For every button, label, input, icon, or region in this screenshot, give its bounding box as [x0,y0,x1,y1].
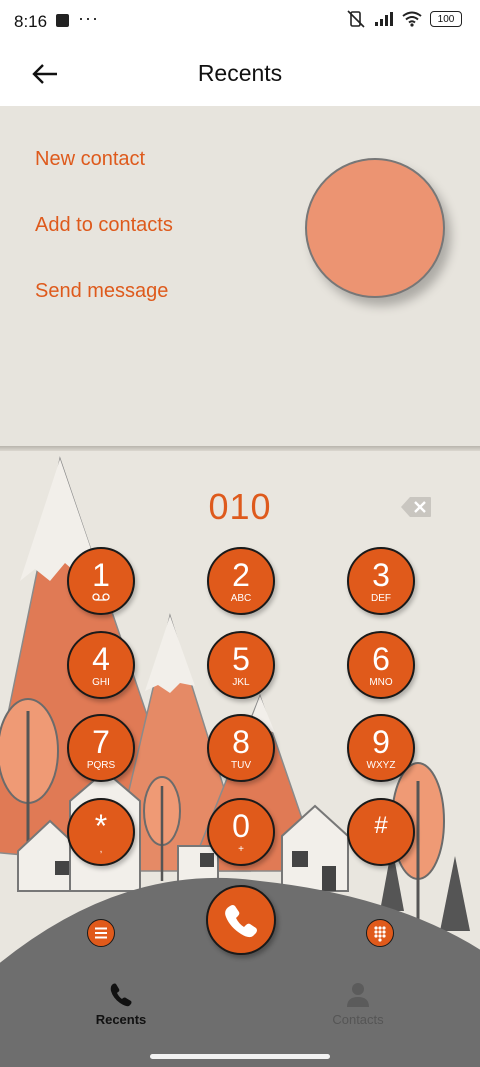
menu-button[interactable] [87,919,115,947]
tab-recents[interactable]: Recents [61,980,181,1027]
status-bar: 8:16 ··· 100 [0,0,480,44]
wifi-icon [402,11,422,27]
key-digit: 8 [232,724,250,760]
key-letters: MNO [369,677,393,688]
key-digit: * [94,808,108,844]
voicemail-icon [92,593,110,601]
key-digit: 1 [92,557,110,593]
dial-key-6[interactable]: 6 MNO [347,631,415,699]
key-digit: 5 [232,641,250,677]
status-icons: 100 [346,10,462,28]
tab-recents-label: Recents [95,1012,147,1027]
home-indicator[interactable] [150,1054,330,1059]
phone-icon [225,905,257,938]
battery-icon: 100 [430,11,462,27]
key-digit: 4 [92,641,110,677]
person-icon [347,983,369,1007]
dial-key-2[interactable]: 2 ABC [207,547,275,615]
key-digit: 7 [92,724,110,760]
dial-key-5[interactable]: 5 JKL [207,631,275,699]
key-digit: 2 [232,557,250,593]
key-digit: # [374,812,388,839]
add-to-contacts-link[interactable]: Add to contacts [35,214,173,237]
key-letters: ABC [230,593,252,604]
key-digit: 0 [232,808,250,844]
avatar [305,158,445,298]
key-letters: PQRS [86,760,116,771]
dial-key-3[interactable]: 3 DEF [347,547,415,615]
dial-key-8[interactable]: 8 TUV [207,714,275,782]
key-letters: DEF [371,593,391,604]
key-letters: TUV [231,760,251,771]
key-letters: GHI [92,677,110,688]
call-button[interactable] [206,885,276,955]
new-contact-link[interactable]: New contact [35,148,145,171]
dial-key-0[interactable]: 0 + [207,798,275,866]
signal-icon [375,12,393,26]
key-letters: + [238,844,244,855]
key-letters: , [99,844,103,855]
send-message-link[interactable]: Send message [35,280,168,303]
menu-icon [95,927,107,939]
vibrate-off-icon [347,10,365,28]
phone-icon [110,983,132,1007]
key-digit: 6 [372,641,390,677]
key-letters: JKL [232,677,250,688]
dial-key-hash[interactable]: # [347,798,415,866]
notification-icon [56,14,69,27]
backspace-icon[interactable] [400,496,432,518]
app-header: Recents [0,44,480,106]
dialpad-icon [374,926,386,942]
dial-key-7[interactable]: 7 PQRS [67,714,135,782]
page-title: Recents [197,60,283,86]
key-digit: 3 [372,557,390,593]
bottom-navigation: Recents Contacts [0,970,480,1067]
dial-key-4[interactable]: 4 GHI [67,631,135,699]
tab-contacts-label: Contacts [332,1012,384,1027]
more-notifications-icon: ··· [78,8,99,28]
key-letters: WXYZ [366,760,396,771]
key-digit: 9 [372,724,390,760]
dial-key-1[interactable]: 1 [67,547,135,615]
tab-contacts[interactable]: Contacts [298,980,418,1027]
status-time: 8:16 [14,12,48,31]
battery-level: 100 [437,13,455,25]
dialpad-toggle-button[interactable] [366,919,394,947]
dial-key-star[interactable]: * , [67,798,135,866]
dial-key-9[interactable]: 9 WXYZ [347,714,415,782]
